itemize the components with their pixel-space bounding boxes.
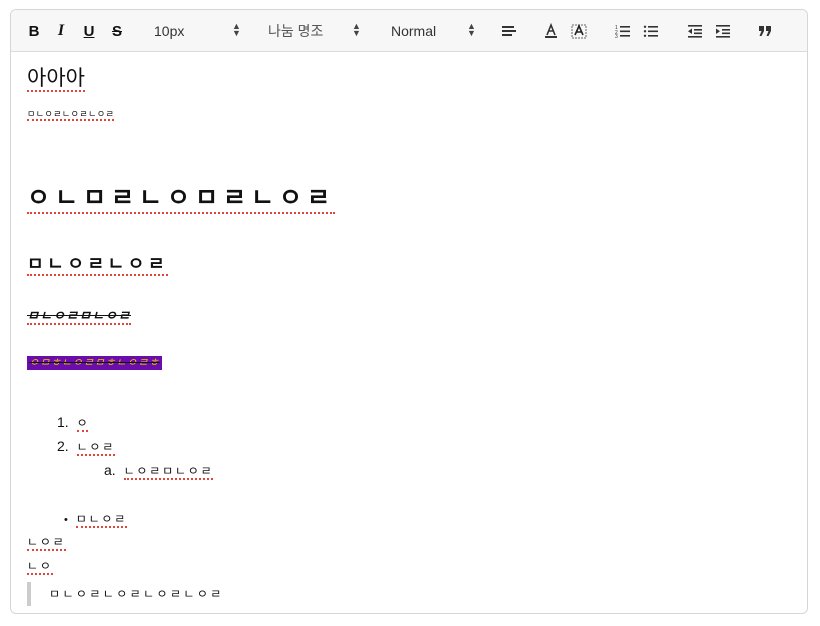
font-size-value: 10px [154, 23, 185, 39]
toolbar: B I U S 10px ▲ ▼ 나눔 명조 ▲ ▼ Normal ▲ ▼ 123 [11, 10, 807, 52]
bullet-list-button[interactable] [640, 20, 662, 42]
heading-1: ㅇㄴㅁㄹㄴㅇㅁㄹㄴㅇㄹ [27, 182, 336, 214]
ordered-list-icon: 123 [615, 25, 630, 38]
align-button[interactable] [498, 20, 520, 42]
italic-button[interactable]: I [50, 20, 72, 42]
strike-paragraph: ㅁㄴㅇㄹㅁㄴㅇㄹ [27, 308, 131, 325]
blockquote-text: ㅁㄴㅇㄹㄴㅇㄹㄴㅇㄹㄴㅇㄹ [49, 587, 224, 601]
outdent-icon [688, 25, 702, 38]
underline-icon: U [83, 22, 95, 40]
text-color-button[interactable] [540, 20, 562, 42]
paragraph: 아아아 [27, 66, 85, 92]
list-item-text: ㅁㄴㅇㄹ [75, 512, 128, 528]
text-line: ㅁㄴㅇㄹㄴㅇㄹㄴㅇㄹ [27, 109, 115, 121]
text-line: ㅁㄴㅇㄹㅁㄴㅇㄹ [27, 308, 131, 325]
select-caret-icon: ▲ ▼ [467, 21, 476, 38]
strike-button[interactable]: S [106, 20, 128, 42]
ordered-list-button[interactable]: 123 [612, 20, 634, 42]
text-line: 아아아 [27, 67, 85, 92]
blockquote-bar [27, 582, 31, 606]
indent-button[interactable] [712, 20, 734, 42]
outdent-button[interactable] [684, 20, 706, 42]
font-size-select[interactable]: 10px ▲ ▼ [154, 20, 241, 42]
blockquote-button[interactable] [754, 20, 776, 42]
list-marker: 1. [57, 414, 69, 430]
text-color-icon [545, 23, 557, 38]
select-caret-icon: ▲ ▼ [232, 21, 241, 38]
svg-text:3: 3 [615, 34, 618, 38]
highlight-paragraph: ㅇㅁㅎㄴㅇㄹㅁㅎㄴㅇㄹㅎ [27, 356, 162, 370]
list-item-text: ㄴㅇㄹ [76, 440, 116, 456]
select-caret-icon: ▲ ▼ [352, 21, 361, 38]
text-line: ㄴㅇㄹ [27, 535, 66, 551]
blockquote: ㅁㄴㅇㄹㄴㅇㄹㄴㅇㄹㄴㅇㄹ [49, 584, 224, 604]
font-family-value: 나눔 명조 [268, 23, 324, 39]
heading-text: ㅁㄴㅇㄹㄴㅇㄹ [27, 254, 169, 276]
text-line: ㄴㅇ [27, 559, 53, 575]
list-marker: 2. [57, 438, 69, 454]
bold-icon: B [28, 22, 40, 40]
list-item-nested: a. ㄴㅇㄹㅁㄴㅇㄹ [104, 460, 214, 481]
highlighted-text: ㅇㅁㅎㄴㅇㄹㅁㅎㄴㅇㄹㅎ [27, 356, 162, 370]
list-item: 1. ㅇ [57, 412, 88, 433]
list-marker: a. [104, 462, 116, 478]
list-item-text: ㅇ [76, 416, 88, 432]
background-color-button[interactable] [568, 20, 590, 42]
font-family-select[interactable]: 나눔 명조 ▲ ▼ [268, 20, 361, 42]
strike-icon: S [111, 22, 122, 40]
background-color-icon [571, 24, 587, 39]
heading-value: Normal [391, 23, 437, 39]
editor-content[interactable]: 아아아 ㅁㄴㅇㄹㄴㅇㄹㄴㅇㄹ ㅇㄴㅁㄹㄴㅇㅁㄹㄴㅇㄹ ㅁㄴㅇㄹㄴㅇㄹ ㅁㄴㅇㄹㅁ… [27, 54, 797, 613]
underline-button[interactable]: U [78, 20, 100, 42]
bullet-marker: • [64, 514, 68, 526]
list-item-text: ㄴㅇㄹㅁㄴㅇㄹ [123, 464, 214, 480]
heading-select[interactable]: Normal ▲ ▼ [391, 20, 476, 42]
quote-icon [759, 26, 771, 36]
paragraph: ㅁㄴㅇㄹㄴㅇㄹㄴㅇㄹ [27, 108, 115, 121]
align-left-icon [502, 26, 516, 36]
italic-icon: I [57, 22, 65, 39]
indent-icon [716, 25, 730, 38]
bullet-list-icon [643, 25, 658, 37]
rich-text-editor: B I U S 10px ▲ ▼ 나눔 명조 ▲ ▼ Normal ▲ ▼ 123 [10, 9, 808, 614]
paragraph: ㄴㅇㄹ [27, 532, 66, 552]
heading-text: ㅇㄴㅁㄹㄴㅇㅁㄹㄴㅇㄹ [27, 184, 336, 214]
bold-button[interactable]: B [23, 20, 45, 42]
heading-2: ㅁㄴㅇㄹㄴㅇㄹ [27, 252, 169, 276]
paragraph: ㄴㅇ [27, 556, 53, 576]
list-item: 2. ㄴㅇㄹ [57, 436, 116, 457]
bullet-item: • ㅁㄴㅇㄹ [64, 508, 128, 530]
